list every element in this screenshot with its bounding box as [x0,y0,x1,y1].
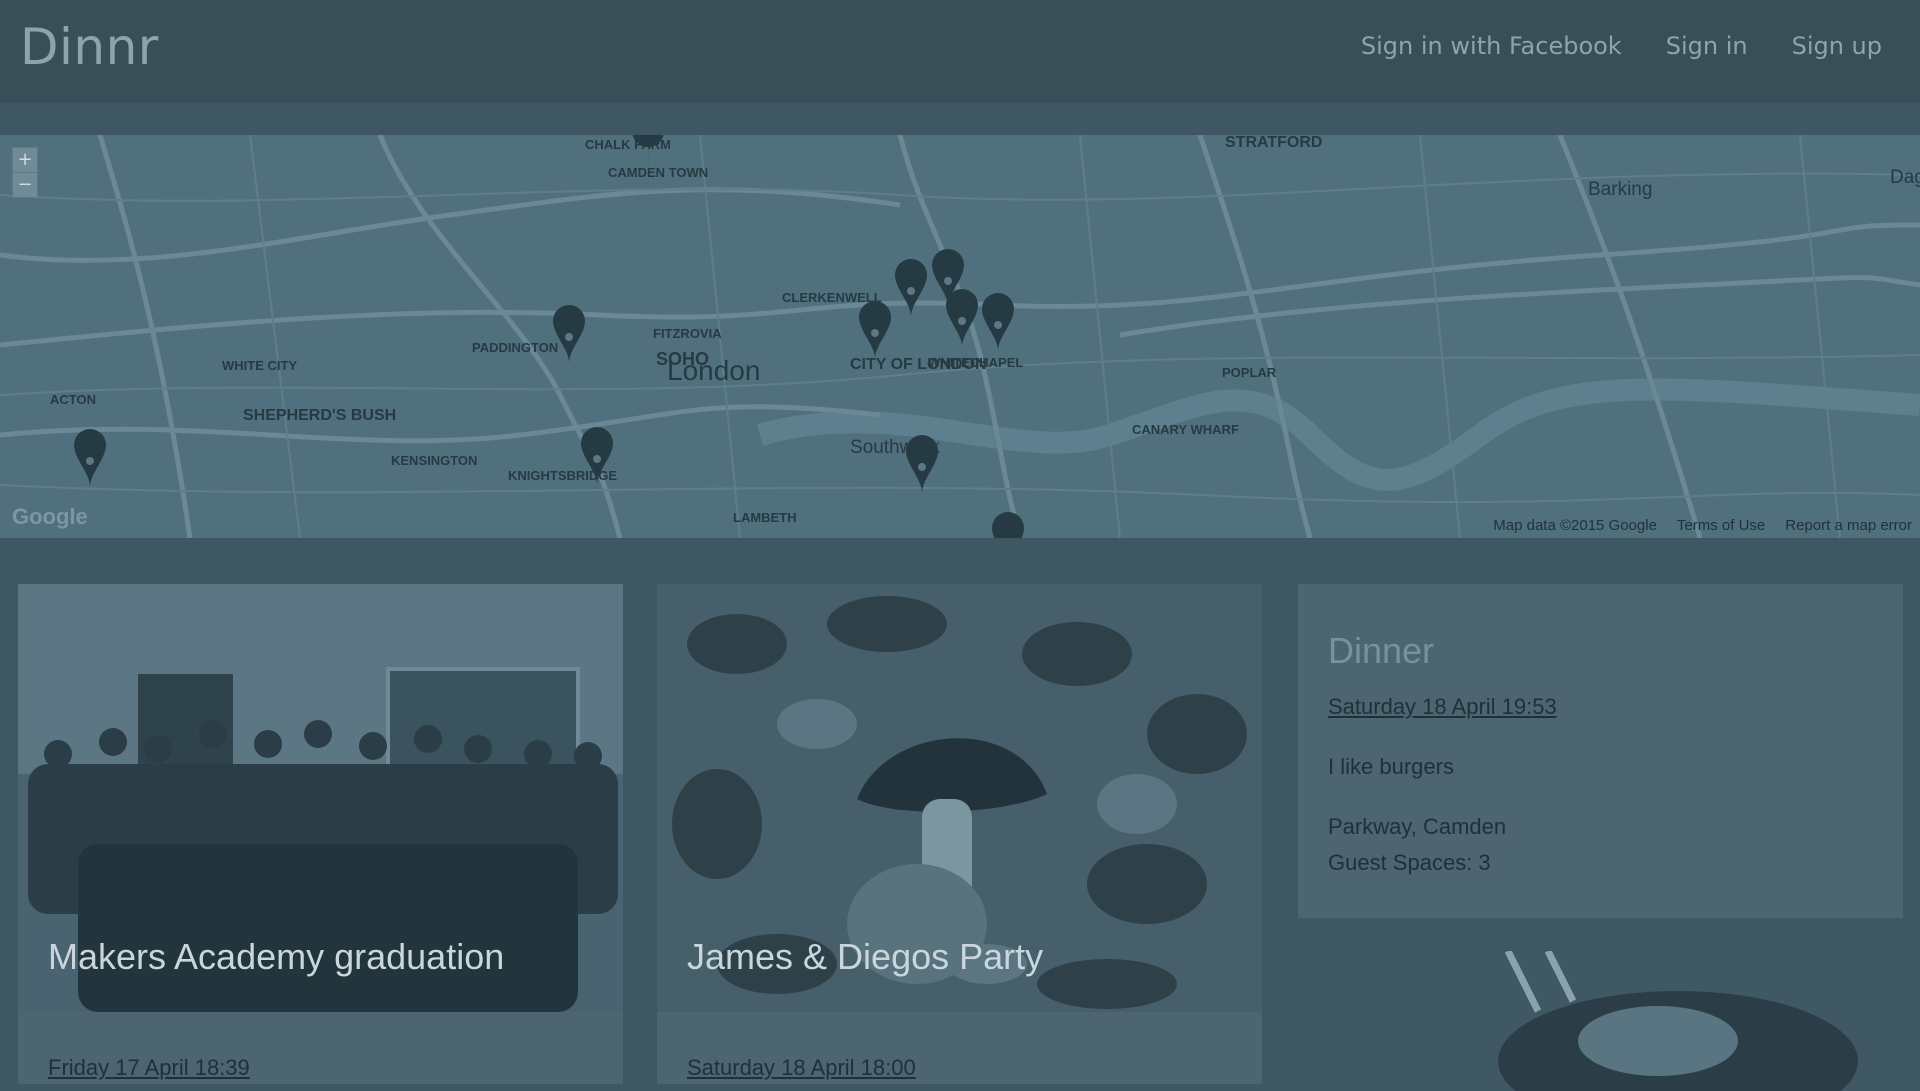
event-description: I like burgers [1328,754,1454,779]
zoom-in-button[interactable]: + [13,148,37,172]
sign-in-facebook-link[interactable]: Sign in with Facebook [1361,32,1622,60]
map-zoom-control: + − [12,147,38,198]
event-detail-card[interactable]: Dinner Saturday 18 April 19:53 I like bu… [1298,584,1903,918]
map-label-stratford: STRATFORD [1225,135,1322,151]
map-label-soho: SOHO [656,349,709,369]
top-navbar: Dinnr Sign in with Facebook Sign in Sign… [0,0,1920,102]
google-logo: Google [12,504,88,529]
event-date-link[interactable]: Saturday 18 April 19:53 [1328,694,1557,720]
map-roads: STRATFORD Barking CAMDEN TOWN CHALK FARM… [0,135,1920,538]
map-label-kensington: KENSINGTON [391,453,477,468]
brand-logo[interactable]: Dinnr [20,18,159,76]
terms-of-use-link[interactable]: Terms of Use [1677,517,1765,534]
report-map-error-link[interactable]: Report a map error [1785,517,1912,534]
map-label-white-city: WHITE CITY [222,358,297,373]
map-label-barking: Barking [1588,179,1652,200]
map-label-dag: Dag [1890,167,1920,188]
map-label-poplar: POPLAR [1222,365,1277,380]
sign-up-link[interactable]: Sign up [1792,32,1882,60]
map-label-acton: ACTON [50,392,96,407]
map-attribution: Map data ©2015 Google Terms of Use Repor… [1493,517,1912,534]
guest-spaces: Guest Spaces: 3 [1328,850,1491,875]
map-label-fitzrovia: FITZROVIA [653,326,722,341]
event-location: Parkway, Camden [1328,814,1507,839]
map-label-lambeth: LAMBETH [733,510,797,525]
zoom-out-button[interactable]: − [13,172,37,197]
sign-in-link[interactable]: Sign in [1666,32,1748,60]
map-data-credit: Map data ©2015 Google [1493,517,1657,534]
map-label-paddington: PADDINGTON [472,340,558,355]
map-label-canary-wharf: CANARY WHARF [1132,422,1239,437]
events-map[interactable]: STRATFORD Barking CAMDEN TOWN CHALK FARM… [0,135,1920,538]
map-label-shepherds-bush: SHEPHERD'S BUSH [243,407,396,424]
event-card[interactable]: James & Diegos Party Saturday 18 April 1… [657,584,1262,1084]
nav-links: Sign in with Facebook Sign in Sign up [1361,32,1882,60]
event-card-partial[interactable] [1298,951,1903,1091]
map-label-whitechapel: WHITECHAPEL [928,355,1023,370]
event-date[interactable]: Saturday 18 April 18:00 [687,1055,916,1081]
map-label-camden-town: CAMDEN TOWN [608,165,708,180]
event-title[interactable]: Dinner [1328,630,1434,672]
event-card[interactable]: Makers Academy graduation Friday 17 Apri… [18,584,623,1084]
event-title[interactable]: James & Diegos Party [687,936,1043,978]
map-label-clerkenwell: CLERKENWELL [782,290,882,305]
map-marker [992,512,1024,538]
event-photo-dish [1298,951,1903,1091]
event-date[interactable]: Friday 17 April 18:39 [48,1055,250,1081]
event-title[interactable]: Makers Academy graduation [48,936,504,978]
